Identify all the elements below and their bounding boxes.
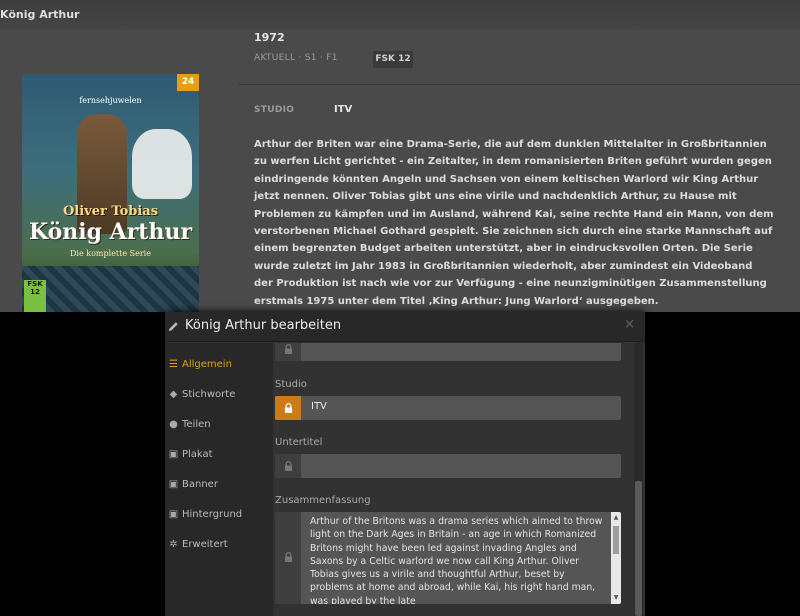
studio-field[interactable]: ITV (275, 396, 621, 420)
dialog-scrollbar[interactable] (634, 343, 643, 616)
lock-toggle[interactable] (275, 343, 301, 361)
dialog-sidebar: ☰ Allgemein ◆ Stichworte ● Teilen ▣ Plak… (165, 343, 273, 616)
studio-value: ITV (334, 104, 353, 115)
list-icon: ☰ (169, 359, 178, 370)
page-title: König Arthur (0, 8, 80, 21)
tag-icon: ◆ (169, 389, 178, 400)
edit-dialog: König Arthur bearbeiten × ☰ Allgemein ◆ … (165, 312, 645, 616)
scroll-down-icon[interactable]: ▼ (612, 594, 620, 602)
users-icon: ● (169, 419, 178, 430)
subtitle-field-label: Untertitel (275, 437, 323, 448)
poster-actor: Oliver Tobias (62, 204, 159, 219)
nav-item-plakat[interactable]: ▣ Plakat (165, 446, 273, 466)
studio-field-value: ITV (311, 401, 327, 412)
year: 1972 (254, 31, 285, 44)
subtitle-field[interactable] (275, 454, 621, 478)
poster-title: König Arthur (28, 219, 193, 245)
nav-item-erweitert[interactable]: ✲ Erweitert (165, 536, 273, 556)
top-bar: König Arthur (0, 0, 800, 30)
dialog-content: Studio ITV Untertitel Zusammenfassung Ar… (273, 343, 633, 616)
image-icon: ▣ (168, 479, 179, 490)
dialog-title: König Arthur bearbeiten (185, 318, 342, 333)
image-icon: ▣ (168, 509, 179, 520)
nav-label: Banner (182, 479, 218, 490)
divider (238, 84, 800, 85)
gear-icon: ✲ (169, 539, 178, 550)
summary-text: Arthur der Briten war eine Drama-Serie, … (254, 139, 774, 307)
nav-item-stichworte[interactable]: ◆ Stichworte (165, 386, 273, 406)
image-icon: ▣ (168, 449, 179, 460)
poster-celtic-knot (22, 266, 199, 312)
poster[interactable]: fernsehjuwelen Oliver Tobias König Arthu… (22, 74, 199, 312)
unwatched-count-badge: 24 (177, 74, 199, 91)
textarea-scroll-thumb[interactable] (613, 526, 619, 554)
nav-label: Stichworte (182, 389, 236, 400)
lock-icon (284, 461, 293, 471)
nav-label: Allgemein (182, 359, 232, 370)
poster-horse (132, 129, 192, 199)
nav-label: Plakat (182, 449, 213, 460)
studio-field-label: Studio (275, 379, 307, 390)
nav-item-banner[interactable]: ▣ Banner (165, 476, 273, 496)
lock-icon (284, 344, 293, 354)
poster-fsk-badge: FSK 12 (24, 280, 46, 312)
background-page: König Arthur 1972 AKTUELL · S1 · F1 FSK … (0, 0, 800, 312)
episode-meta: AKTUELL · S1 · F1 (254, 53, 338, 63)
summary-textarea-value: Arthur of the Britons was a drama series… (310, 516, 603, 604)
scroll-up-icon[interactable]: ▲ (612, 514, 620, 522)
dialog-header: König Arthur bearbeiten × (165, 312, 645, 342)
nav-item-hintergrund[interactable]: ▣ Hintergrund (165, 506, 273, 526)
summary-field-label: Zusammenfassung (275, 495, 371, 506)
nav-item-allgemein[interactable]: ☰ Allgemein (165, 356, 273, 376)
poster-logo: fernsehjuwelen (79, 96, 142, 105)
nav-label: Erweitert (182, 539, 228, 550)
previous-field[interactable] (275, 343, 621, 361)
nav-label: Teilen (182, 419, 211, 430)
lock-toggle[interactable] (275, 512, 301, 604)
fsk-badge: FSK 12 (373, 51, 413, 68)
dialog-scroll-thumb[interactable] (635, 481, 642, 616)
poster-subtitle: Die komplette Serie (70, 249, 151, 258)
nav-item-teilen[interactable]: ● Teilen (165, 416, 273, 436)
lock-toggle[interactable] (275, 454, 301, 478)
lock-icon (284, 403, 293, 413)
lock-toggle-active[interactable] (275, 396, 301, 420)
textarea-scrollbar[interactable]: ▲ ▼ (611, 512, 621, 604)
pencil-icon (168, 322, 178, 332)
lock-icon (284, 552, 293, 562)
studio-label: STUDIO (254, 105, 295, 115)
close-icon[interactable]: × (624, 317, 635, 332)
summary-textarea[interactable]: Arthur of the Britons was a drama series… (275, 512, 621, 604)
nav-label: Hintergrund (182, 509, 243, 520)
